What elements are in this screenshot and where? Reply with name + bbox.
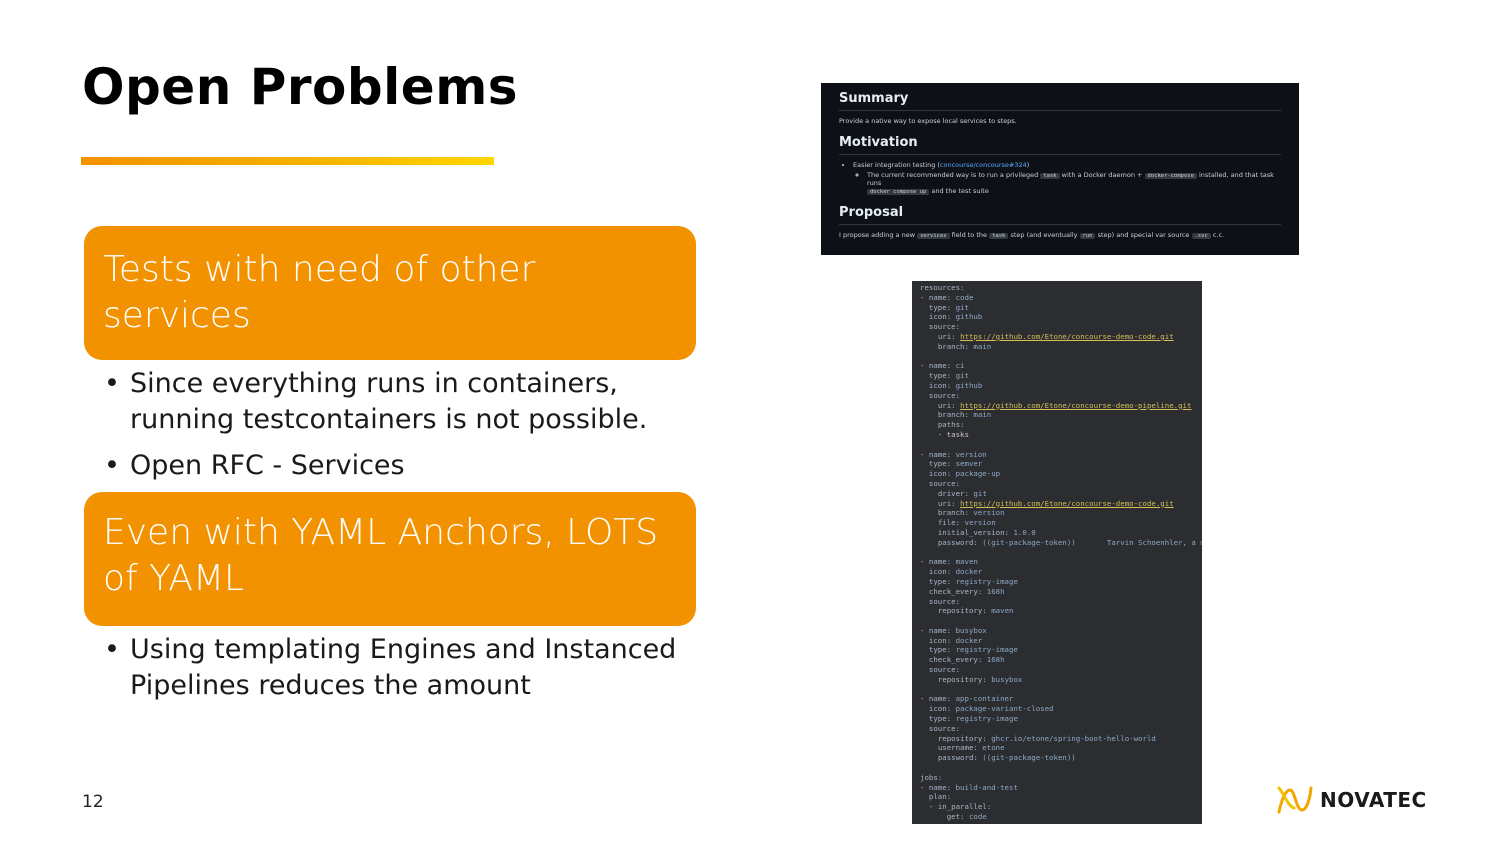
yaml-line: - name: code bbox=[920, 292, 974, 302]
inline-code: task bbox=[989, 233, 1009, 239]
inline-code: run bbox=[1079, 233, 1096, 239]
yaml-line: - name: busybox bbox=[920, 625, 987, 635]
motivation-list: Easier integration testing (concourse/co… bbox=[839, 161, 1281, 195]
yaml-line: icon: package-up bbox=[928, 469, 1001, 479]
list-item: Easier integration testing (concourse/co… bbox=[853, 161, 1281, 195]
proposal-text-part: step) and special var source bbox=[1097, 231, 1190, 239]
yaml-line: check_every: 168h bbox=[928, 655, 1005, 665]
yaml-line: repository: busybox bbox=[937, 674, 1023, 684]
yaml-line: repository: maven bbox=[937, 606, 1014, 616]
bullet-list-services: Since everything runs in containers, run… bbox=[104, 366, 664, 494]
yaml-line: repository: ghcr.io/etone/spring-boot-he… bbox=[937, 733, 1156, 743]
yaml-line: - tasks bbox=[920, 429, 969, 439]
summary-text: Provide a native way to expose local ser… bbox=[839, 117, 1017, 125]
inline-code: docker compose up bbox=[867, 189, 930, 195]
inline-code: docker-compose bbox=[1144, 173, 1197, 179]
title-underline bbox=[81, 157, 494, 165]
proposal-text-part: field to the bbox=[951, 231, 988, 239]
proposal-text-part: c.c. bbox=[1212, 231, 1225, 239]
section-heading-yaml: Even with YAML Anchors, LOTS of YAML bbox=[84, 492, 696, 626]
yaml-code-block: resources: - name: code type: git icon: … bbox=[920, 283, 1202, 822]
yaml-line: - name: app-container bbox=[920, 694, 1014, 704]
slide-title: Open Problems bbox=[82, 58, 519, 116]
motivation-text: The current recommended way is to run a … bbox=[867, 171, 1039, 179]
list-item: Open RFC - Services bbox=[104, 448, 664, 484]
yaml-line: source: bbox=[928, 478, 961, 488]
yaml-line: username: etone bbox=[937, 743, 1005, 753]
page-number: 12 bbox=[82, 792, 104, 812]
yaml-line: check_every: 168h bbox=[928, 586, 1005, 596]
yaml-line: source: bbox=[928, 596, 961, 606]
github-issue-screenshot: Summary Provide a native way to expose l… bbox=[821, 83, 1299, 255]
yaml-line: file: version bbox=[937, 518, 996, 528]
yaml-line: source: bbox=[928, 390, 961, 400]
section-heading-services: Tests with need of other services bbox=[84, 226, 696, 360]
yaml-line: initial_version: 1.0.0 bbox=[937, 527, 1036, 537]
yaml-line: password: ((git-package-token)) bbox=[937, 753, 1076, 763]
yaml-line: source: bbox=[928, 665, 961, 675]
yaml-line: branch: main bbox=[937, 410, 992, 420]
logo-text: NOVATEC bbox=[1320, 788, 1427, 812]
section-heading-text: Even with YAML Anchors, LOTS of YAML bbox=[103, 512, 659, 599]
yaml-line: uri: https://github.com/Etone/concourse-… bbox=[937, 400, 1192, 410]
yaml-line: get: code bbox=[946, 812, 987, 822]
yaml-line: icon: docker bbox=[928, 567, 983, 577]
issue-link[interactable]: concourse/concourse#324 bbox=[940, 161, 1027, 169]
yaml-line: type: git bbox=[928, 302, 969, 312]
motivation-text: with a Docker daemon + bbox=[1061, 171, 1143, 179]
bullet-list-yaml: Using templating Engines and Instanced P… bbox=[104, 632, 684, 714]
yaml-line: source: bbox=[928, 723, 961, 733]
motivation-text: ) bbox=[1026, 161, 1030, 169]
yaml-line: uri: https://github.com/Etone/concourse-… bbox=[937, 331, 1174, 341]
motivation-heading: Motivation bbox=[839, 133, 1281, 155]
summary-heading: Summary bbox=[839, 89, 1281, 111]
section-heading-text: Tests with need of other services bbox=[103, 249, 536, 336]
yaml-line: paths: bbox=[937, 420, 965, 430]
yaml-line: branch: main bbox=[937, 341, 992, 351]
yaml-line: - in_parallel: bbox=[920, 802, 992, 812]
motivation-sublist: The current recommended way is to run a … bbox=[853, 171, 1281, 195]
proposal-text: I propose adding a new services field to… bbox=[839, 231, 1281, 239]
yaml-line: icon: github bbox=[928, 380, 983, 390]
yaml-line: type: registry-image bbox=[928, 714, 1018, 724]
motivation-text: Easier integration testing ( bbox=[853, 161, 940, 169]
yaml-code-screenshot: resources: - name: code type: git icon: … bbox=[912, 281, 1202, 824]
inline-code: .svc bbox=[1191, 233, 1211, 239]
yaml-line: jobs: bbox=[920, 772, 943, 782]
yaml-line: icon: github bbox=[928, 312, 983, 322]
inline-code: services bbox=[917, 233, 950, 239]
yaml-line: branch: version bbox=[937, 508, 1005, 518]
yaml-line: source: bbox=[928, 322, 961, 332]
yaml-line: type: semver bbox=[928, 459, 983, 469]
yaml-line: plan: bbox=[928, 792, 952, 802]
inline-code: task bbox=[1040, 173, 1060, 179]
list-item: Since everything runs in containers, run… bbox=[104, 366, 664, 438]
list-item: The current recommended way is to run a … bbox=[867, 171, 1281, 195]
yaml-line: resources: bbox=[920, 283, 965, 292]
proposal-text-part: step (and eventually bbox=[1010, 231, 1078, 239]
yaml-line: password: ((git-package-token)) Tarvin S… bbox=[937, 537, 1202, 547]
yaml-line: - name: version bbox=[920, 449, 987, 459]
motivation-text: and the test suite bbox=[931, 187, 989, 195]
company-logo: NOVATEC bbox=[1276, 784, 1427, 816]
yaml-line: - name: maven bbox=[920, 557, 978, 567]
yaml-line: driver: git bbox=[937, 488, 987, 498]
yaml-line: icon: docker bbox=[928, 635, 983, 645]
yaml-line: type: registry-image bbox=[928, 645, 1018, 655]
proposal-text-part: I propose adding a new bbox=[839, 231, 916, 239]
yaml-line: type: registry-image bbox=[928, 576, 1018, 586]
list-item: Using templating Engines and Instanced P… bbox=[104, 632, 684, 704]
yaml-line: icon: package-variant-closed bbox=[928, 704, 1054, 714]
novatec-logo-icon bbox=[1277, 786, 1313, 814]
yaml-line: - name: build-and-test bbox=[920, 782, 1018, 792]
yaml-line: uri: https://github.com/Etone/concourse-… bbox=[937, 498, 1174, 508]
yaml-line: - name: ci bbox=[920, 361, 965, 371]
proposal-heading: Proposal bbox=[839, 203, 1281, 225]
yaml-line: type: git bbox=[928, 371, 969, 381]
